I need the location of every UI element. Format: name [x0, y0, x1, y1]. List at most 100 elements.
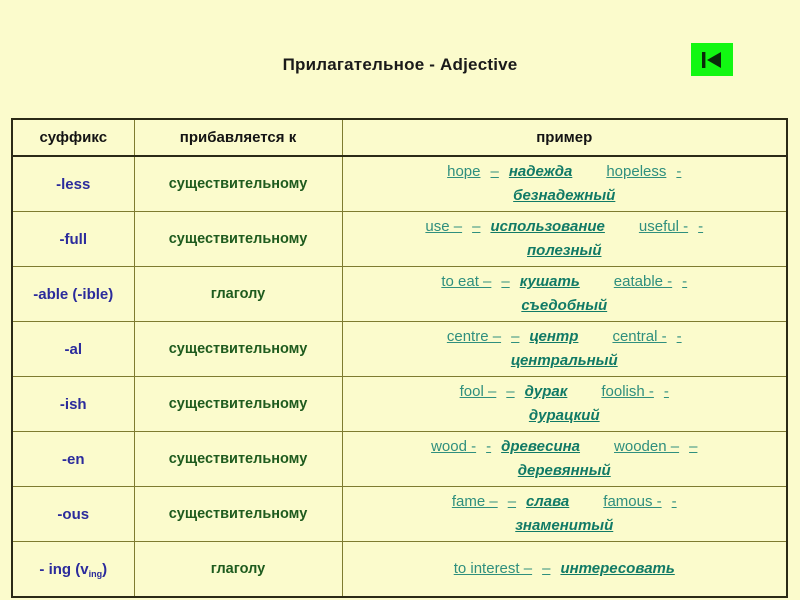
- table-header-row: суффикс прибавляется к пример: [11, 118, 788, 157]
- example-dash-1: –: [542, 560, 551, 577]
- example-dash-1: –: [472, 218, 481, 235]
- cell-suffix: -less: [11, 155, 135, 212]
- example-dash-2: -: [682, 273, 688, 290]
- cell-example: fame – – слава famous -- знаменитый: [341, 486, 788, 542]
- cell-suffix: -en: [11, 431, 135, 487]
- example-english-base: to interest –: [453, 560, 533, 577]
- cell-attaches: существительному: [133, 321, 343, 377]
- example-english-derived: central -: [612, 328, 667, 345]
- example-dash-1: –: [490, 163, 499, 180]
- cell-example: use – – использование useful -- полезный: [341, 211, 788, 267]
- cell-attaches: существительному: [133, 155, 343, 212]
- cell-suffix: -ous: [11, 486, 135, 542]
- example-line-1: hope – надежда hopeless -: [343, 160, 787, 184]
- cell-attaches: существительному: [133, 211, 343, 267]
- cell-attaches: существительному: [133, 431, 343, 487]
- table-row: -able (-ible) глаголу to eat – – кушать eat…: [11, 266, 788, 322]
- back-button[interactable]: [691, 43, 733, 76]
- example-english-base: centre –: [446, 328, 502, 345]
- example-english-base: use –: [425, 218, 463, 235]
- example-line-1: fame – – слава famous --: [343, 490, 787, 514]
- example-line-2: полезный: [343, 239, 787, 263]
- cell-suffix: -full: [11, 211, 135, 267]
- example-dash-2: -: [671, 493, 677, 510]
- example-english-derived: useful -: [638, 218, 689, 235]
- example-english-base: hope: [447, 163, 481, 180]
- cell-attaches: существительному: [133, 486, 343, 542]
- example-line-1: to eat – – кушать eatable --: [343, 270, 787, 294]
- example-russian-base: центр: [529, 328, 579, 345]
- column-header-suffix: суффикс: [11, 118, 135, 157]
- cell-suffix: -able (-ible): [11, 266, 135, 322]
- example-line-1: wood - - древесина wooden – –: [343, 435, 787, 459]
- page-title: Прилагательное - Adjective: [282, 55, 518, 74]
- example-russian-derived: дурацкий: [528, 407, 600, 424]
- example-russian-base: интересовать: [560, 560, 675, 577]
- cell-example: centre – – центр central -- центральный: [341, 321, 788, 377]
- suffix-subscript: ing: [88, 568, 103, 579]
- cell-suffix: -ish: [11, 376, 135, 432]
- example-line-2: знаменитый: [343, 514, 787, 538]
- example-dash-1: –: [501, 273, 510, 290]
- example-russian-base: дурак: [524, 383, 568, 400]
- table-row: -ous существительному fame – – слава famous…: [11, 486, 788, 542]
- example-english-derived: wooden –: [614, 438, 680, 455]
- cell-suffix: -al: [11, 321, 135, 377]
- example-line-1: fool – – дурак foolish --: [343, 380, 787, 404]
- example-dash-1: –: [507, 493, 517, 510]
- cell-example: to interest – – интересовать: [341, 541, 788, 598]
- example-dash-2: -: [698, 218, 704, 235]
- example-english-derived: famous -: [603, 493, 662, 510]
- example-english-base: wood -: [431, 438, 477, 455]
- example-line-2: центральный: [343, 349, 787, 373]
- table-row: -less существительному hope – надежда hopel…: [11, 155, 788, 212]
- example-russian-derived: полезный: [527, 242, 602, 259]
- example-russian-derived: центральный: [510, 352, 618, 369]
- example-dash-2: -: [676, 163, 682, 180]
- example-line-2: деревянный: [343, 459, 787, 483]
- table-row: -full существительному use – – использован…: [11, 211, 788, 267]
- example-russian-base: надежда: [508, 163, 573, 180]
- example-russian-derived: безнадежный: [513, 187, 616, 204]
- slide-header: Прилагательное - Adjective: [0, 0, 800, 108]
- table-row: -en существительному wood - - древесина woo…: [11, 431, 788, 487]
- example-line-2: дурацкий: [343, 404, 787, 428]
- table-row: -al существительному centre – – центр centr…: [11, 321, 788, 377]
- table-row: - ing (ving) глаголу to interest – – интер…: [11, 541, 788, 598]
- cell-example: wood - - древесина wooden – – деревянный: [341, 431, 788, 487]
- cell-suffix: - ing (ving): [11, 541, 135, 598]
- example-line-2: съедобный: [343, 294, 787, 318]
- cell-attaches: глаголу: [133, 541, 343, 598]
- cell-example: hope – надежда hopeless - безнадежный: [341, 155, 788, 212]
- example-dash-1: –: [511, 328, 520, 345]
- cell-attaches: глаголу: [133, 266, 343, 322]
- example-line-1: use – – использование useful --: [343, 215, 787, 239]
- example-dash-1: –: [506, 383, 515, 400]
- example-english-base: fool –: [459, 383, 497, 400]
- example-russian-base: кушать: [519, 273, 580, 290]
- example-dash-2: –: [689, 438, 698, 455]
- suffix-tail: ): [102, 560, 108, 578]
- table-row: -ish существительному fool – – дурак foolis…: [11, 376, 788, 432]
- example-line-1: centre – – центр central --: [343, 325, 787, 349]
- example-line-2: безнадежный: [343, 184, 787, 208]
- column-header-example: пример: [341, 118, 788, 157]
- cell-attaches: существительному: [133, 376, 343, 432]
- example-dash-2: -: [676, 328, 682, 345]
- example-english-derived: hopeless: [606, 163, 667, 180]
- suffix-table: суффикс прибавляется к пример -less суще…: [11, 118, 788, 598]
- example-russian-derived: знаменитый: [515, 517, 614, 534]
- example-dash-1: -: [486, 438, 492, 455]
- example-russian-derived: съедобный: [521, 297, 608, 314]
- example-russian-base: древесина: [501, 438, 581, 455]
- example-english-derived: eatable -: [613, 273, 673, 290]
- cell-example: to eat – – кушать eatable -- съедобный: [341, 266, 788, 322]
- example-english-base: to eat –: [441, 273, 492, 290]
- suffix-text: - ing (v: [39, 560, 89, 578]
- column-header-attaches: прибавляется к: [133, 118, 343, 157]
- example-russian-base: использование: [490, 218, 605, 235]
- example-russian-base: слава: [526, 493, 570, 510]
- example-english-derived: foolish -: [601, 383, 654, 400]
- cell-example: fool – – дурак foolish -- дурацкий: [341, 376, 788, 432]
- example-russian-derived: деревянный: [517, 462, 611, 479]
